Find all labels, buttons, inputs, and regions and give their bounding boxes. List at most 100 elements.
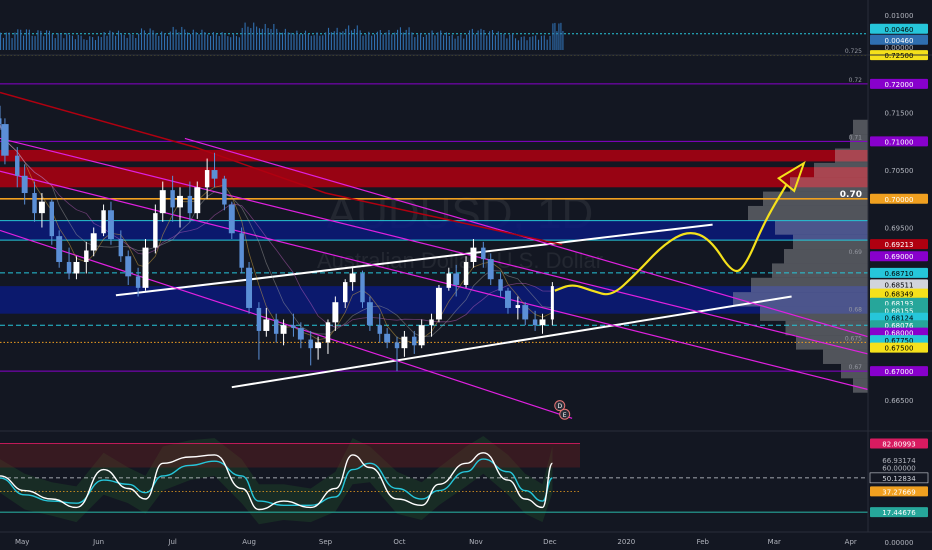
candle-body — [66, 261, 72, 274]
candle-body — [308, 339, 313, 349]
volume-bar — [333, 31, 335, 50]
volume-bar — [227, 36, 229, 50]
candle-body — [56, 236, 63, 262]
volume-bar — [322, 35, 324, 50]
candle-body — [539, 319, 546, 326]
volume-bar — [440, 30, 442, 50]
candle-body — [90, 233, 97, 251]
volume-bar — [132, 34, 134, 50]
volume-bar — [362, 35, 364, 50]
candle-body — [38, 201, 45, 214]
volume-bar — [537, 39, 540, 50]
volume-profile-bar — [793, 234, 868, 250]
volume-bar — [103, 32, 105, 50]
volume-bar — [316, 32, 318, 50]
volume-profile-bar — [775, 220, 868, 235]
candle-body — [32, 193, 37, 214]
candle-body — [412, 336, 417, 346]
volume-bar — [46, 30, 48, 50]
volume-bar — [552, 23, 554, 50]
time-tick-label: Dec — [543, 538, 557, 546]
volume-bar — [184, 29, 186, 50]
price-tag-label: 0.67500 — [885, 345, 914, 353]
volume-bar — [535, 35, 537, 50]
time-tick-label: May — [15, 538, 29, 546]
volume-bar — [517, 40, 519, 50]
volume-bar — [276, 28, 278, 50]
volume-bar — [339, 32, 341, 50]
volume-bar — [313, 35, 315, 50]
volume-bar — [163, 33, 166, 50]
candle-body — [435, 287, 442, 320]
volume-bar — [0, 32, 2, 50]
volume-bar — [468, 30, 471, 50]
volume-bar — [486, 35, 488, 50]
candle-body — [297, 328, 304, 340]
volume-bar — [471, 28, 473, 50]
volume-bar — [175, 29, 177, 50]
candle-body — [194, 187, 201, 214]
candle-body — [49, 201, 55, 237]
volume-bar — [554, 22, 556, 50]
volume-bar — [382, 34, 384, 50]
candle-body — [532, 319, 538, 326]
volume-bar — [117, 30, 120, 50]
volume-bar — [140, 28, 143, 50]
candle-body — [515, 305, 521, 308]
volume-bar — [198, 34, 200, 50]
rsi-overbought-zone — [0, 443, 580, 468]
volume-bar — [543, 35, 545, 50]
time-tick-label: Nov — [469, 538, 483, 546]
trading-chart[interactable]: AUDUSD, 1D Australian Dollar / U.S. Doll… — [0, 0, 932, 550]
candle-body — [470, 247, 477, 262]
volume-bar — [14, 32, 16, 50]
volume-bar — [270, 28, 272, 50]
candle-body — [522, 305, 529, 320]
volume-bar — [115, 35, 117, 50]
volume-bar — [155, 33, 157, 50]
volume-bar — [293, 33, 295, 50]
volume-bar — [166, 36, 168, 50]
volume-bar — [235, 36, 238, 50]
volume-bar — [443, 35, 445, 50]
time-tick-label: Sep — [319, 538, 333, 546]
price-tag-label: 0.71000 — [885, 138, 914, 146]
volume-bar — [463, 38, 465, 50]
candle-body — [315, 342, 322, 349]
volume-profile-bar — [835, 148, 868, 163]
volume-bar — [509, 34, 511, 50]
volume-bar — [319, 35, 321, 50]
candle-body — [159, 190, 166, 214]
volume-bar — [290, 32, 292, 50]
fib-level-label: 0.72 — [849, 77, 863, 84]
candle-body — [325, 322, 331, 343]
volume-bar — [92, 37, 94, 50]
candle-body — [187, 195, 193, 214]
volume-bar — [350, 30, 353, 50]
volume-bar — [66, 33, 68, 50]
volume-bar — [549, 35, 551, 50]
volume-bar — [299, 34, 301, 50]
volume-profile-bar — [814, 162, 868, 178]
volume-bar — [100, 37, 102, 50]
volume-bar — [327, 27, 330, 50]
volume-profile-bar — [853, 119, 868, 135]
volume-bar — [503, 33, 505, 50]
volume-profile-bar — [772, 263, 868, 278]
fib-level-label: 0.68 — [849, 307, 863, 314]
volume-bar — [497, 31, 499, 50]
volume-bar — [388, 30, 390, 50]
volume-bar — [431, 30, 433, 50]
volume-bar — [17, 29, 19, 50]
volume-bar — [336, 27, 338, 50]
candle-body — [222, 178, 227, 205]
volume-bar — [391, 34, 393, 50]
volume-bar — [368, 31, 370, 50]
candle-body — [125, 256, 132, 277]
candle-body — [550, 286, 554, 320]
candle-body — [153, 213, 158, 248]
volume-bar — [161, 31, 163, 50]
candle-body — [429, 319, 434, 326]
volume-bar — [192, 29, 194, 50]
volume-bar — [195, 32, 197, 50]
